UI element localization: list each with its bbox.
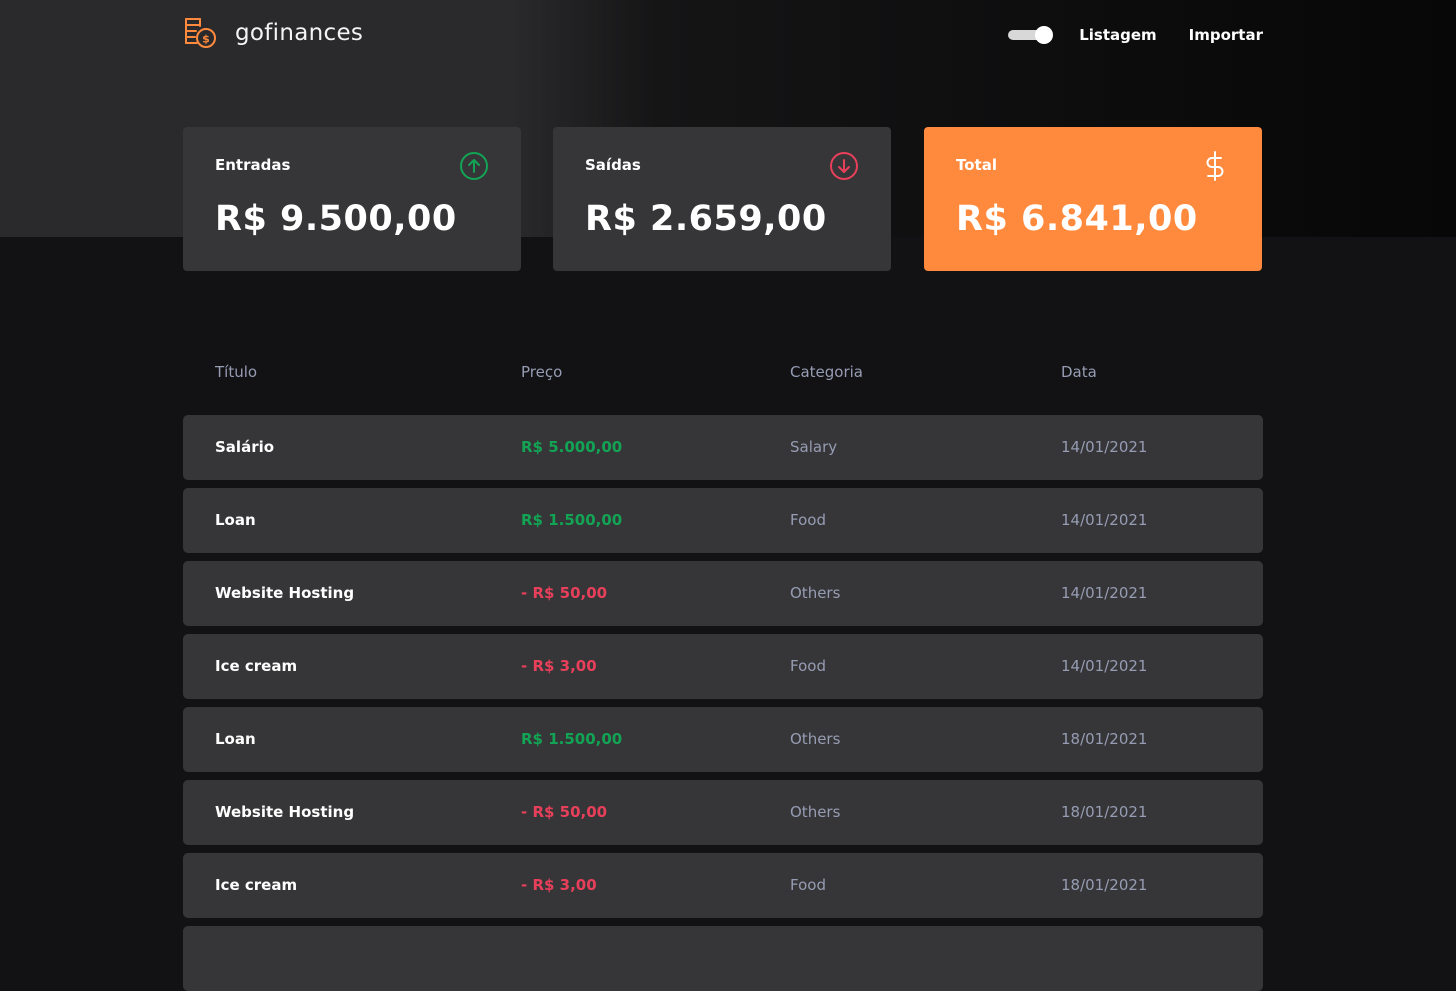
row-price: R$ 1.500,00 [521, 730, 623, 748]
row-price: - R$ 3,00 [521, 876, 597, 894]
theme-toggle[interactable] [1008, 26, 1054, 44]
card-outcome-value: R$ 2.659,00 [585, 199, 827, 239]
row-title: Ice cream [215, 876, 298, 894]
header-price: Preço [521, 363, 563, 381]
row-category: Others [790, 730, 841, 748]
row-price: - R$ 3,00 [521, 657, 597, 675]
card-income-label: Entradas [215, 156, 291, 174]
row-price: R$ 5.000,00 [521, 438, 623, 456]
arrow-down-circle-icon [829, 151, 859, 181]
card-income: Entradas R$ 9.500,00 [183, 127, 521, 271]
summary-cards: Entradas R$ 9.500,00 Saídas R$ 2.659,00 [183, 127, 1263, 271]
transactions-table: Título Preço Categoria Data Salário R$ 5… [183, 355, 1263, 991]
card-total-value: R$ 6.841,00 [956, 199, 1198, 239]
row-category: Others [790, 584, 841, 602]
row-date: 14/01/2021 [1061, 584, 1148, 602]
table-row[interactable]: Ice cream - R$ 3,00 Food 18/01/2021 [183, 853, 1263, 918]
app-name: gofinances [235, 20, 364, 46]
table-row[interactable]: Loan R$ 1.500,00 Food 14/01/2021 [183, 488, 1263, 553]
table-row[interactable]: Salário R$ 5.000,00 Salary 14/01/2021 [183, 415, 1263, 480]
row-price: - R$ 50,00 [521, 584, 608, 602]
row-price: - R$ 50,00 [521, 803, 608, 821]
arrow-up-circle-icon [459, 151, 489, 181]
row-title: Website Hosting [215, 584, 355, 602]
table-row[interactable]: Ice cream - R$ 3,00 Food 14/01/2021 [183, 634, 1263, 699]
row-date: 14/01/2021 [1061, 438, 1148, 456]
card-outcome: Saídas R$ 2.659,00 [553, 127, 891, 271]
card-total-label: Total [956, 156, 997, 174]
nav-link-listagem[interactable]: Listagem [1079, 26, 1156, 44]
table-row[interactable] [183, 926, 1263, 991]
table-row[interactable]: Website Hosting - R$ 50,00 Others 18/01/… [183, 780, 1263, 845]
row-date: 14/01/2021 [1061, 657, 1148, 675]
row-price: R$ 1.500,00 [521, 511, 623, 529]
row-date: 18/01/2021 [1061, 803, 1148, 821]
row-title: Loan [215, 730, 256, 748]
table-row[interactable]: Loan R$ 1.500,00 Others 18/01/2021 [183, 707, 1263, 772]
row-title: Website Hosting [215, 803, 355, 821]
top-bar: $ gofinances Listagem Importar [183, 16, 1263, 56]
dollar-sign-icon [1200, 151, 1230, 181]
card-outcome-label: Saídas [585, 156, 641, 174]
row-date: 18/01/2021 [1061, 876, 1148, 894]
nav-link-importar[interactable]: Importar [1189, 26, 1263, 44]
row-title: Ice cream [215, 657, 298, 675]
svg-text:$: $ [202, 33, 210, 46]
coins-logo-icon: $ [183, 16, 219, 50]
row-category: Food [790, 876, 826, 894]
card-total: Total R$ 6.841,00 [924, 127, 1262, 271]
toggle-knob [1035, 26, 1054, 44]
card-income-value: R$ 9.500,00 [215, 199, 457, 239]
row-title: Salário [215, 438, 275, 456]
row-date: 14/01/2021 [1061, 511, 1148, 529]
header-title: Título [215, 363, 258, 381]
row-category: Food [790, 511, 826, 529]
table-row[interactable]: Website Hosting - R$ 50,00 Others 14/01/… [183, 561, 1263, 626]
row-title: Loan [215, 511, 256, 529]
row-date: 18/01/2021 [1061, 730, 1148, 748]
row-category: Salary [790, 438, 838, 456]
row-category: Others [790, 803, 841, 821]
header-category: Categoria [790, 363, 864, 381]
logo[interactable]: $ gofinances [183, 16, 363, 50]
table-header: Título Preço Categoria Data [183, 355, 1263, 395]
row-category: Food [790, 657, 826, 675]
main-nav: Listagem Importar [1008, 26, 1263, 44]
header-date: Data [1061, 363, 1097, 381]
